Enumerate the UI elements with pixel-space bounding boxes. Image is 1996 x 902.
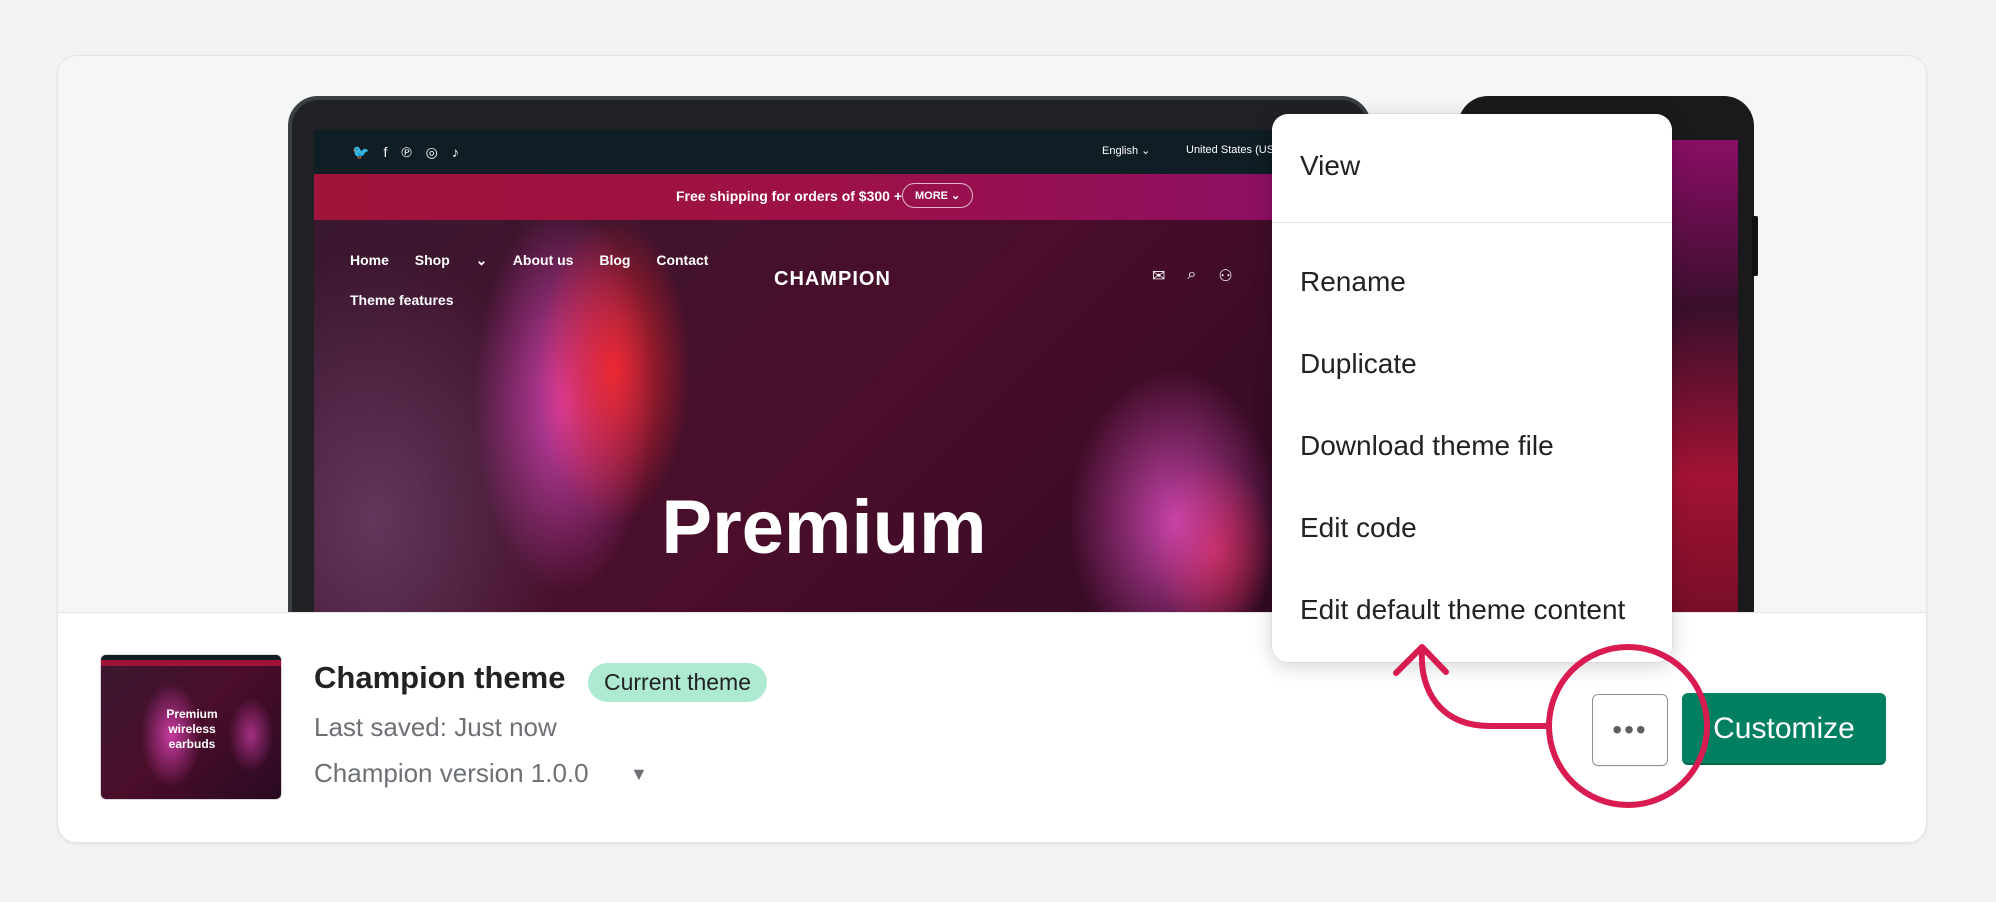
theme-thumbnail: Premium wireless earbuds — [100, 654, 282, 800]
menu-item-duplicate[interactable]: Duplicate — [1300, 348, 1417, 380]
nav-item-blog: Blog — [599, 252, 631, 268]
nav-item-shop: Shop ⌄ — [414, 252, 488, 268]
theme-actions-menu: View Rename Duplicate Download theme fil… — [1272, 114, 1672, 662]
store-header-icons: ✉ ⌕ ⚇ — [1152, 266, 1233, 286]
laptop-mockup: 🐦 f ℗ ◎ ♪ English ⌄ United States (USD F… — [288, 96, 1371, 612]
announcement-text: Free shipping for orders of $300 + — [676, 188, 903, 204]
thumb-hero-text: Premium wireless earbuds — [166, 707, 218, 751]
phone-side-button — [1752, 216, 1758, 276]
nav-item-contact: Contact — [656, 252, 709, 268]
thumb-announcement — [101, 660, 281, 666]
tiktok-icon: ♪ — [451, 144, 459, 160]
account-icon: ⚇ — [1218, 268, 1233, 285]
nav-item-home: Home — [350, 252, 389, 268]
menu-item-download[interactable]: Download theme file — [1300, 430, 1554, 462]
language-selector: English ⌄ — [1102, 145, 1151, 157]
mail-icon: ✉ — [1152, 268, 1166, 285]
customize-button[interactable]: Customize — [1682, 693, 1886, 765]
last-saved-text: Last saved: Just now — [314, 712, 557, 742]
hero-banner: Home Shop ⌄ About us Blog Contact Theme … — [314, 220, 1349, 612]
menu-item-edit-code[interactable]: Edit code — [1300, 512, 1417, 544]
store-nav: Home Shop ⌄ About us Blog Contact — [350, 252, 730, 269]
menu-divider — [1272, 222, 1672, 223]
more-actions-button[interactable]: ••• — [1592, 694, 1668, 766]
menu-item-rename[interactable]: Rename — [1300, 266, 1406, 298]
laptop-screen: 🐦 f ℗ ◎ ♪ English ⌄ United States (USD F… — [314, 130, 1349, 612]
hero-title: Premium — [661, 485, 987, 570]
caret-down-icon[interactable]: ▼ — [630, 764, 648, 785]
twitter-icon: 🐦 — [352, 144, 370, 160]
instagram-icon: ◎ — [425, 144, 438, 160]
store-topbar: 🐦 f ℗ ◎ ♪ English ⌄ United States (USD — [314, 130, 1349, 174]
store-logo: CHAMPION — [774, 268, 891, 290]
nav-item-theme-features: Theme features — [350, 292, 454, 308]
nav-item-about: About us — [512, 252, 574, 268]
facebook-icon: f — [383, 144, 388, 160]
announcement-more-button: MORE ⌄ — [902, 183, 974, 208]
search-icon: ⌕ — [1187, 266, 1197, 283]
theme-version[interactable]: Champion version 1.0.0 — [314, 758, 589, 789]
social-icons: 🐦 f ℗ ◎ ♪ — [352, 144, 459, 161]
current-theme-badge: Current theme — [588, 663, 768, 702]
pinterest-icon: ℗ — [401, 144, 412, 160]
region-selector: United States (USD — [1186, 144, 1282, 156]
announcement-bar: Free shipping for orders of $300 + MORE … — [314, 174, 1349, 220]
theme-name: Champion theme — [314, 660, 566, 695]
menu-item-view[interactable]: View — [1300, 150, 1360, 182]
menu-item-edit-default-content[interactable]: Edit default theme content — [1300, 594, 1625, 626]
